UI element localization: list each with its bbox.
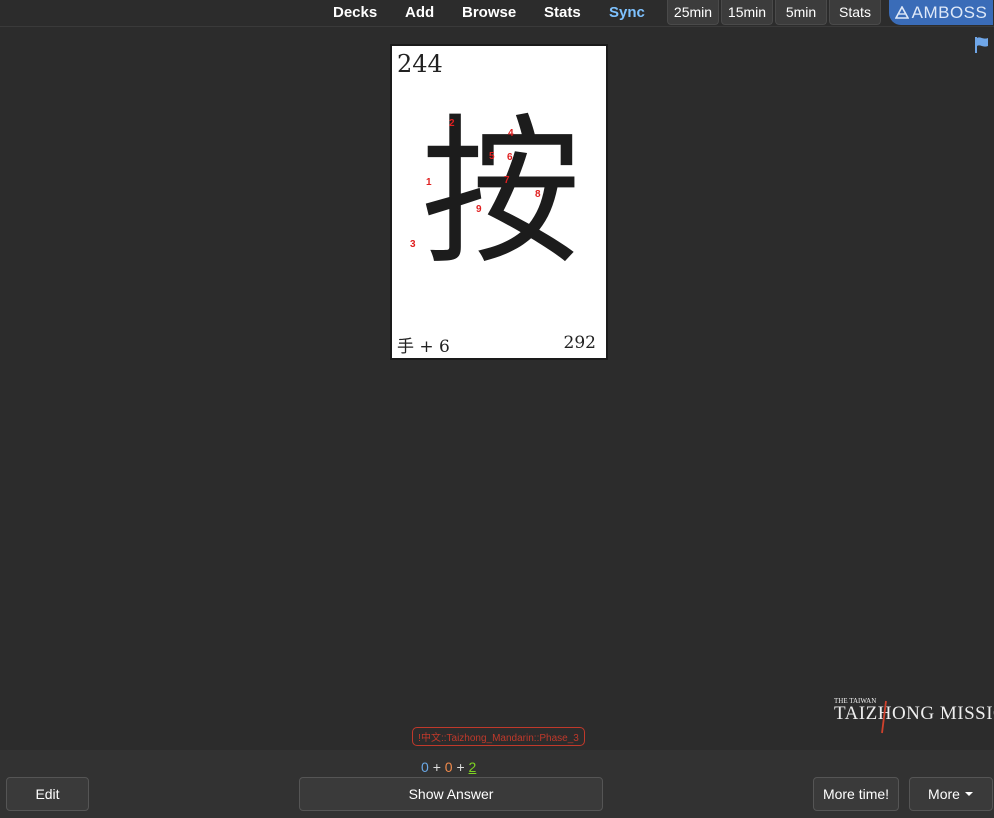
nav-add[interactable]: Add <box>405 4 434 21</box>
count-review: 2 <box>468 759 477 775</box>
stroke-number-4: 4 <box>508 128 514 139</box>
due-counts: 0 + 0 + 2 <box>421 759 476 775</box>
nav-sync[interactable]: Sync <box>609 4 645 21</box>
more-label: More <box>928 786 960 802</box>
timer-15min-button[interactable]: 15min <box>721 0 773 25</box>
amboss-logo-icon <box>894 6 909 19</box>
card-number-top: 244 <box>397 50 443 78</box>
stroke-number-3: 3 <box>410 239 416 250</box>
stroke-number-2: 2 <box>449 118 455 129</box>
taizhong-mission-logo: THE TAIWAN TAIZHONG MISSION <box>834 697 994 734</box>
caret-down-icon <box>964 792 973 796</box>
card-radical-info: 手 + 6 <box>397 337 450 357</box>
stroke-number-1: 1 <box>426 177 432 188</box>
nav-stats[interactable]: Stats <box>544 4 581 21</box>
nav-decks[interactable]: Decks <box>333 4 377 21</box>
timer-5min-button[interactable]: 5min <box>775 0 827 25</box>
count-learning: 0 <box>444 759 453 775</box>
amboss-button[interactable]: AMBOSS <box>889 0 993 25</box>
deck-tag[interactable]: !中文::Taizhong_Mandarin::Phase_3 <box>412 727 585 746</box>
card-number-bottom: 292 <box>563 333 596 353</box>
flag-icon[interactable] <box>974 36 990 54</box>
logo-brush-stroke-icon <box>881 700 887 734</box>
more-menu-button[interactable]: More <box>909 777 993 811</box>
edit-button[interactable]: Edit <box>6 777 89 811</box>
stroke-number-6: 6 <box>507 152 513 163</box>
stroke-number-5: 5 <box>489 151 495 162</box>
count-separator: + <box>432 759 441 775</box>
nav-browse[interactable]: Browse <box>462 4 516 21</box>
stroke-number-9: 9 <box>476 204 482 215</box>
flashcard: 244 按 1 2 3 4 5 6 7 8 9 手 + 6 292 <box>390 44 608 360</box>
count-separator: + <box>456 759 465 775</box>
amboss-label: AMBOSS <box>911 2 988 22</box>
count-new: 0 <box>421 759 429 775</box>
more-time-button[interactable]: More time! <box>813 777 899 811</box>
show-answer-button[interactable]: Show Answer <box>299 777 603 811</box>
top-toolbar: Decks Add Browse Stats Sync 25min 15min … <box>0 0 994 27</box>
stats-button[interactable]: Stats <box>829 0 881 25</box>
card-character: 按 <box>420 99 581 286</box>
stroke-number-8: 8 <box>535 189 541 200</box>
logo-main-text: TAIZHONG MISSION <box>834 703 994 724</box>
timer-25min-button[interactable]: 25min <box>667 0 719 25</box>
stroke-number-7: 7 <box>504 175 510 186</box>
